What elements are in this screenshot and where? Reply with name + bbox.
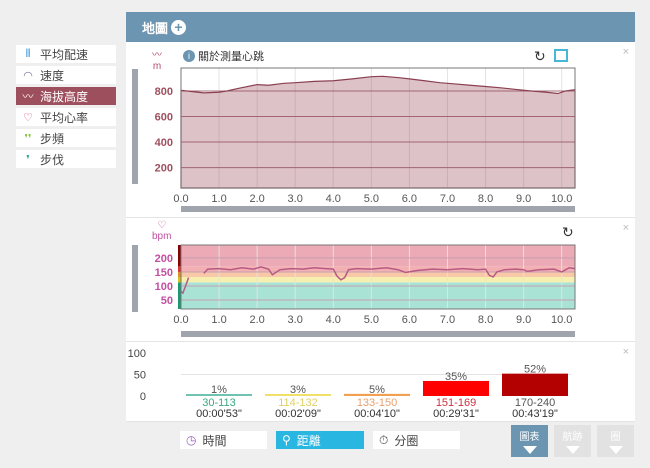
cadence-icon: ❜❜	[24, 132, 32, 145]
sidebar-item-speed[interactable]: ◠ 速度	[16, 66, 116, 84]
x-tick-label: 6.0	[402, 193, 417, 205]
x-tick-label: 2.0	[249, 193, 264, 205]
x-tick-label: 4.0	[326, 314, 341, 326]
x-tick-label: 5.0	[364, 193, 379, 205]
zone-percent-label: 35%	[445, 371, 467, 383]
map-header: 地圖 +	[126, 12, 635, 42]
zone-duration-label: 00:43'19"	[512, 408, 558, 420]
zone-duration-label: 00:00'53"	[196, 408, 242, 420]
horizontal-scrollbar[interactable]	[181, 331, 575, 337]
zone-duration-label: 00:04'10"	[354, 408, 400, 420]
x-tick-label: 0.0	[173, 193, 188, 205]
y-tick-label: 600	[155, 112, 173, 124]
zone-percent-label: 52%	[524, 364, 546, 376]
elevation-icon: 〰	[22, 91, 34, 103]
zone-bar	[502, 373, 568, 396]
y-tick-label: 200	[155, 253, 173, 265]
heart-zones-panel: × 100 50 0 1% 30-113 00:00'53" 3% 114-132 00:02'…	[126, 342, 635, 422]
x-tick-label: 6.0	[402, 314, 417, 326]
zone-percent-label: 5%	[369, 384, 385, 396]
elevation-area	[180, 75, 576, 189]
hr-zone-band	[181, 277, 575, 283]
clock-icon: ◷	[186, 433, 197, 447]
x-tick-label: 5.0	[364, 314, 379, 326]
x-tick-label: 4.0	[326, 193, 341, 205]
elevation-chart: 0.0 1.0 2.0 3.0 4.0 5.0 6.0 7.0 8.0 9.0 10.0 800 600…	[155, 67, 576, 205]
stride-icon: ❜	[26, 153, 30, 166]
x-tick-label: 3.0	[288, 193, 303, 205]
track-view-button[interactable]: 航跡	[554, 425, 591, 457]
x-axis-distance-button[interactable]: ⚲ 距離	[276, 431, 364, 449]
x-tick-label: 7.0	[440, 193, 455, 205]
heart-rate-chart: 0.0 1.0 2.0 3.0 4.0 5.0 6.0 7.0 8.0 9.0 10.0 200 150…	[155, 244, 576, 326]
hr-zone-band	[181, 245, 575, 267]
zone-duration-label: 00:02'09"	[275, 408, 321, 420]
x-tick-label: 8.0	[478, 193, 493, 205]
x-tick-label: 10.0	[551, 314, 572, 326]
zone-percent-label: 1%	[211, 384, 227, 396]
stopwatch-icon: ⏱	[379, 432, 389, 447]
route-icon: ⚲	[282, 433, 291, 447]
y-tick-label: 100	[155, 281, 173, 293]
y-tick-label: 0	[140, 391, 146, 403]
x-axis-time-button[interactable]: ◷ 時間	[180, 431, 267, 449]
horizontal-scrollbar[interactable]	[181, 206, 575, 212]
x-tick-label: 10.0	[551, 193, 572, 205]
triangle-down-icon	[608, 446, 623, 454]
x-tick-label: 7.0	[440, 314, 455, 326]
x-tick-label: 9.0	[516, 314, 531, 326]
zone-percent-label: 3%	[290, 384, 306, 396]
chart-view-button[interactable]: 圖表	[511, 425, 548, 457]
x-tick-label: 3.0	[288, 314, 303, 326]
heart-zones-chart: 1005001%30-11300:00'53"3%114-13200:02'09…	[128, 348, 571, 420]
map-title: 地圖	[142, 20, 169, 36]
y-tick-label: 50	[134, 370, 146, 382]
x-axis-laps-button[interactable]: ⏱ 分圈	[373, 431, 460, 449]
speedometer-icon: ◠	[23, 69, 33, 82]
x-tick-label: 2.0	[249, 314, 264, 326]
zone-bar	[423, 380, 489, 396]
x-tick-label: 1.0	[211, 193, 226, 205]
y-tick-label: 800	[155, 86, 173, 98]
elevation-panel: × 〰 m i 關於測量心跳 ↻ 0.0 1.0 2.0 3.0 4.0 5.0 6.0 7.0 8…	[126, 42, 635, 218]
sidebar-item-heart-rate[interactable]: ♡ 平均心率	[16, 108, 116, 126]
metric-sidebar: ⦀ 平均配速 ◠ 速度 〰海拔高度 ♡ 平均心率 ❜❜ 步頻 ❜ 步伐	[16, 45, 116, 171]
x-tick-label: 9.0	[516, 193, 531, 205]
x-tick-label: 0.0	[173, 314, 188, 326]
expand-map-button[interactable]: +	[171, 19, 187, 35]
sidebar-item-elevation[interactable]: 〰海拔高度	[16, 87, 116, 105]
zone-duration-label: 00:29'31"	[433, 408, 479, 420]
x-tick-label: 8.0	[478, 314, 493, 326]
y-tick-label: 100	[128, 348, 146, 360]
y-tick-label: 200	[155, 163, 173, 175]
triangle-down-icon	[522, 446, 537, 454]
y-tick-label: 50	[161, 295, 173, 307]
x-tick-label: 1.0	[211, 314, 226, 326]
sidebar-item-cadence[interactable]: ❜❜ 步頻	[16, 129, 116, 147]
triangle-down-icon	[565, 446, 580, 454]
sidebar-item-avg-pace[interactable]: ⦀ 平均配速	[16, 45, 116, 63]
footprints-icon: ⦀	[25, 47, 31, 60]
sidebar-item-stride[interactable]: ❜ 步伐	[16, 150, 116, 168]
hr-zone-band	[181, 271, 575, 277]
y-tick-label: 400	[155, 137, 173, 149]
y-tick-label: 150	[155, 267, 173, 279]
heart-rate-panel: × ♡ bpm ↻ 0.0 1.0 2.0 3.0 4.0 5.0 6.0 7.0 8.0 9.0 1…	[126, 218, 635, 342]
laps-view-button[interactable]: 圈	[597, 425, 634, 457]
heart-icon: ♡	[23, 111, 33, 124]
